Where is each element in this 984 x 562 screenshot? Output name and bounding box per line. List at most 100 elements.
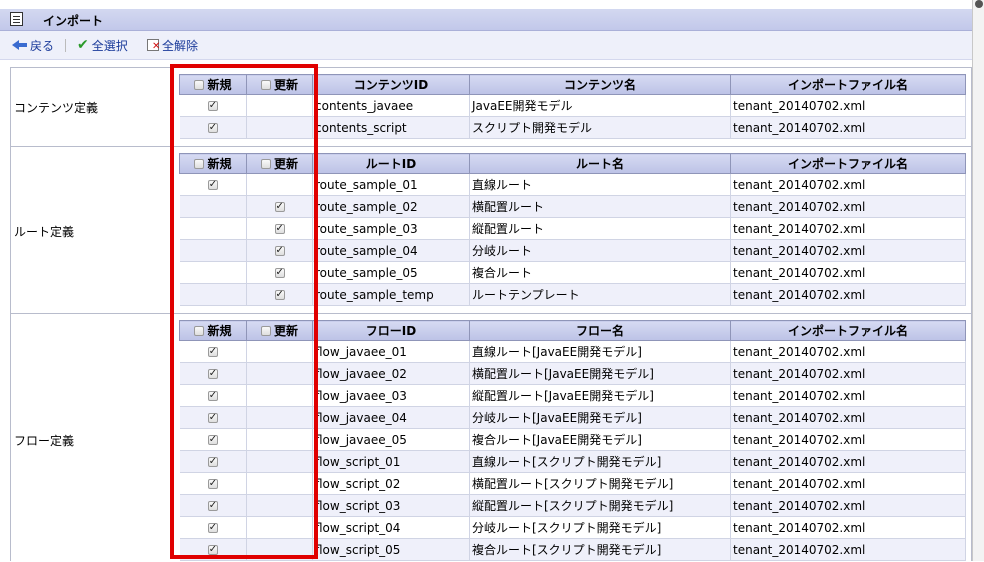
- header-new-label: 新規: [207, 324, 232, 338]
- cell-new: [179, 494, 247, 517]
- update-checkbox[interactable]: [274, 289, 285, 300]
- cell-file: tenant_20140702.xml: [730, 516, 966, 539]
- cell-name: 複合ルート[スクリプト開発モデル]: [469, 538, 731, 561]
- cell-update: [246, 384, 313, 407]
- select-all-new-checkbox[interactable]: [194, 326, 205, 336]
- table-row: flow_javaee_04分岐ルート[JavaEE開発モデル]tenant_2…: [179, 406, 966, 429]
- cell-update: [246, 340, 313, 363]
- new-checkbox[interactable]: [207, 346, 218, 357]
- cell-name: 分岐ルート: [469, 239, 731, 262]
- header-update: 更新: [246, 153, 313, 174]
- new-checkbox[interactable]: [207, 478, 218, 489]
- header-update: 更新: [246, 74, 313, 95]
- table-row: route_sample_02横配置ルートtenant_20140702.xml: [179, 195, 966, 218]
- header-id: フローID: [312, 320, 470, 341]
- cell-file: tenant_20140702.xml: [730, 472, 966, 495]
- new-checkbox[interactable]: [207, 368, 218, 379]
- cell-new: [179, 283, 247, 306]
- select-all-new-checkbox[interactable]: [194, 80, 205, 90]
- select-all-update-checkbox[interactable]: [260, 80, 271, 90]
- cell-update: [246, 283, 313, 306]
- header-name: フロー名: [469, 320, 731, 341]
- header-update-label: 更新: [273, 78, 298, 92]
- header-file: インポートファイル名: [730, 320, 966, 341]
- new-checkbox[interactable]: [207, 390, 218, 401]
- cell-name: 分岐ルート[スクリプト開発モデル]: [469, 516, 731, 539]
- cell-file: tenant_20140702.xml: [730, 406, 966, 429]
- select-all-button[interactable]: ✔ 全選択: [77, 36, 128, 54]
- header-row: 新規 更新 フローID フロー名 インポートファイル名: [179, 320, 966, 341]
- update-checkbox[interactable]: [274, 245, 285, 256]
- header-new: 新規: [179, 320, 247, 341]
- cell-name: 横配置ルート[JavaEE開発モデル]: [469, 362, 731, 385]
- cell-update: [246, 217, 313, 240]
- cell-update: [246, 406, 313, 429]
- cell-new: [179, 340, 247, 363]
- toolbar: 戻る ✔ 全選択 全解除: [0, 31, 972, 60]
- table-row: route_sample_05複合ルートtenant_20140702.xml: [179, 261, 966, 284]
- toolbar-divider: [65, 39, 66, 52]
- cell-update: [246, 516, 313, 539]
- contents-table: 新規更新コンテンツIDコンテンツ名インポートファイル名contents_java…: [179, 74, 966, 139]
- section-label-route: ルート定義: [14, 225, 75, 239]
- flow-table: 新規更新フローIDフロー名インポートファイル名flow_javaee_01直線ル…: [179, 320, 966, 561]
- new-checkbox[interactable]: [207, 522, 218, 533]
- cell-name: スクリプト開発モデル: [469, 116, 731, 139]
- cell-name: 複合ルート[JavaEE開発モデル]: [469, 428, 731, 451]
- cell-name: JavaEE開発モデル: [469, 94, 731, 117]
- cell-id: flow_script_01: [312, 450, 470, 473]
- cell-new: [179, 173, 247, 196]
- new-checkbox[interactable]: [207, 434, 218, 445]
- cell-file: tenant_20140702.xml: [730, 239, 966, 262]
- table-row: flow_script_04分岐ルート[スクリプト開発モデル]tenant_20…: [179, 516, 966, 539]
- new-checkbox[interactable]: [207, 500, 218, 511]
- cell-update: [246, 195, 313, 218]
- header-row: 新規 更新 ルートID ルート名 インポートファイル名: [179, 153, 966, 174]
- back-button[interactable]: 戻る: [12, 36, 54, 54]
- cell-new: [179, 217, 247, 240]
- cell-update: [246, 94, 313, 117]
- new-checkbox[interactable]: [207, 179, 218, 190]
- cell-new: [179, 538, 247, 561]
- new-checkbox[interactable]: [207, 456, 218, 467]
- cell-update: [246, 116, 313, 139]
- header-file: インポートファイル名: [730, 153, 966, 174]
- cell-file: tenant_20140702.xml: [730, 362, 966, 385]
- cell-id: flow_script_02: [312, 472, 470, 495]
- table-row: flow_javaee_05複合ルート[JavaEE開発モデル]tenant_2…: [179, 428, 966, 451]
- cell-update: [246, 494, 313, 517]
- update-checkbox[interactable]: [274, 267, 285, 278]
- cell-new: [179, 116, 247, 139]
- cell-id: route_sample_02: [312, 195, 470, 218]
- cell-new: [179, 384, 247, 407]
- new-checkbox[interactable]: [207, 100, 218, 111]
- update-checkbox[interactable]: [274, 223, 285, 234]
- table-row: contents_scriptスクリプト開発モデルtenant_20140702…: [179, 116, 966, 139]
- cell-id: route_sample_03: [312, 217, 470, 240]
- cell-file: tenant_20140702.xml: [730, 283, 966, 306]
- cell-id: flow_script_03: [312, 494, 470, 517]
- cell-id: flow_script_05: [312, 538, 470, 561]
- route-table: 新規更新ルートIDルート名インポートファイル名route_sample_01直線…: [179, 153, 966, 306]
- header-file: インポートファイル名: [730, 74, 966, 95]
- deselect-all-button[interactable]: 全解除: [147, 36, 198, 54]
- new-checkbox[interactable]: [207, 122, 218, 133]
- new-checkbox[interactable]: [207, 544, 218, 555]
- cell-id: contents_script: [312, 116, 470, 139]
- clear-selection-icon: [147, 39, 160, 52]
- table-row: flow_script_01直線ルート[スクリプト開発モデル]tenant_20…: [179, 450, 966, 473]
- select-all-update-checkbox[interactable]: [260, 326, 271, 336]
- page-edge: [972, 0, 984, 561]
- header-new-label: 新規: [207, 157, 232, 171]
- back-label: 戻る: [30, 38, 55, 53]
- header-name: コンテンツ名: [469, 74, 731, 95]
- cell-id: route_sample_04: [312, 239, 470, 262]
- new-checkbox[interactable]: [207, 412, 218, 423]
- update-checkbox[interactable]: [274, 201, 285, 212]
- select-all-new-checkbox[interactable]: [194, 159, 205, 169]
- cell-file: tenant_20140702.xml: [730, 94, 966, 117]
- select-all-update-checkbox[interactable]: [260, 159, 271, 169]
- cell-update: [246, 428, 313, 451]
- table-row: flow_javaee_01直線ルート[JavaEE開発モデル]tenant_2…: [179, 340, 966, 363]
- section-label-flow: フロー定義: [14, 434, 75, 448]
